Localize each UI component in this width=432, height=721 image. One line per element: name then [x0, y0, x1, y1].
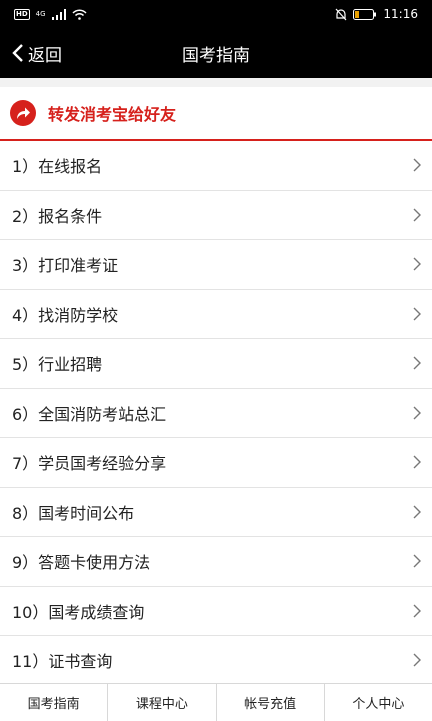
tab-account-recharge[interactable]: 帐号充值	[217, 684, 325, 721]
menu-item-label: 5）行业招聘	[12, 355, 103, 375]
menu-item-label: 3）打印准考证	[12, 256, 119, 276]
chevron-right-icon	[413, 554, 421, 568]
menu-item-label: 2）报名条件	[12, 206, 103, 226]
menu-item-answer-card-guide[interactable]: 9）答题卡使用方法	[0, 537, 432, 587]
menu-item-find-fire-school[interactable]: 4）找消防学校	[0, 289, 432, 339]
chevron-right-icon	[413, 307, 421, 321]
chevron-right-icon	[413, 356, 421, 370]
hd-badge: HD	[14, 8, 30, 20]
tab-personal-center[interactable]: 个人中心	[325, 684, 432, 721]
menu-item-label: 6）全国消防考站总汇	[12, 404, 167, 424]
chevron-right-icon	[413, 257, 421, 271]
chevron-right-icon	[413, 455, 421, 469]
tab-exam-guide[interactable]: 国考指南	[0, 684, 109, 721]
menu-item-label: 1）在线报名	[12, 157, 103, 177]
status-bar: HD 4G 11:16	[0, 0, 432, 28]
chevron-left-icon	[12, 44, 23, 62]
chevron-right-icon	[413, 505, 421, 519]
header-divider	[0, 78, 432, 87]
menu-item-experience-sharing[interactable]: 7）学员国考经验分享	[0, 438, 432, 488]
menu-item-label: 8）国考时间公布	[12, 503, 135, 523]
back-button[interactable]: 返回	[12, 28, 62, 78]
share-label: 转发消考宝给好友	[48, 105, 177, 124]
menu-item-score-query[interactable]: 10）国考成绩查询	[0, 586, 432, 636]
menu-item-label: 7）学员国考经验分享	[12, 454, 167, 474]
menu-item-exam-schedule[interactable]: 8）国考时间公布	[0, 487, 432, 537]
bottom-tab-bar: 国考指南 课程中心 帐号充值 个人中心	[0, 683, 432, 721]
back-label: 返回	[28, 45, 62, 66]
page-title: 国考指南	[182, 45, 250, 66]
menu-item-label: 9）答题卡使用方法	[12, 553, 151, 573]
menu-item-industry-jobs[interactable]: 5）行业招聘	[0, 339, 432, 389]
menu-item-exam-sites-summary[interactable]: 6）全国消防考站总汇	[0, 388, 432, 438]
status-left: HD 4G	[14, 8, 87, 20]
guide-menu-list: 1）在线报名 2）报名条件 3）打印准考证 4）找消防学校 5）行业招聘 6）全…	[0, 141, 432, 686]
menu-item-print-admission-ticket[interactable]: 3）打印准考证	[0, 240, 432, 290]
signal-icon	[51, 8, 66, 20]
battery-icon	[353, 8, 377, 20]
menu-item-online-registration[interactable]: 1）在线报名	[0, 141, 432, 191]
tab-course-center[interactable]: 课程中心	[108, 684, 217, 721]
chevron-right-icon	[413, 653, 421, 667]
status-right: 11:16	[335, 7, 418, 21]
share-to-friends-button[interactable]: 转发消考宝给好友	[0, 87, 432, 141]
network-type-badge: 4G	[35, 10, 46, 18]
share-arrow-icon	[10, 100, 36, 126]
status-time: 11:16	[383, 7, 418, 21]
menu-item-label: 11）证书查询	[12, 652, 113, 672]
navigation-bar: 返回 国考指南	[0, 28, 432, 78]
chevron-right-icon	[413, 604, 421, 618]
menu-item-registration-requirements[interactable]: 2）报名条件	[0, 190, 432, 240]
menu-item-certificate-query[interactable]: 11）证书查询	[0, 636, 432, 686]
menu-item-label: 4）找消防学校	[12, 305, 119, 325]
chevron-right-icon	[413, 208, 421, 222]
chevron-right-icon	[413, 406, 421, 420]
wifi-icon	[72, 8, 87, 20]
mute-bell-icon	[335, 8, 347, 20]
menu-item-label: 10）国考成绩查询	[12, 602, 145, 622]
chevron-right-icon	[413, 158, 421, 172]
